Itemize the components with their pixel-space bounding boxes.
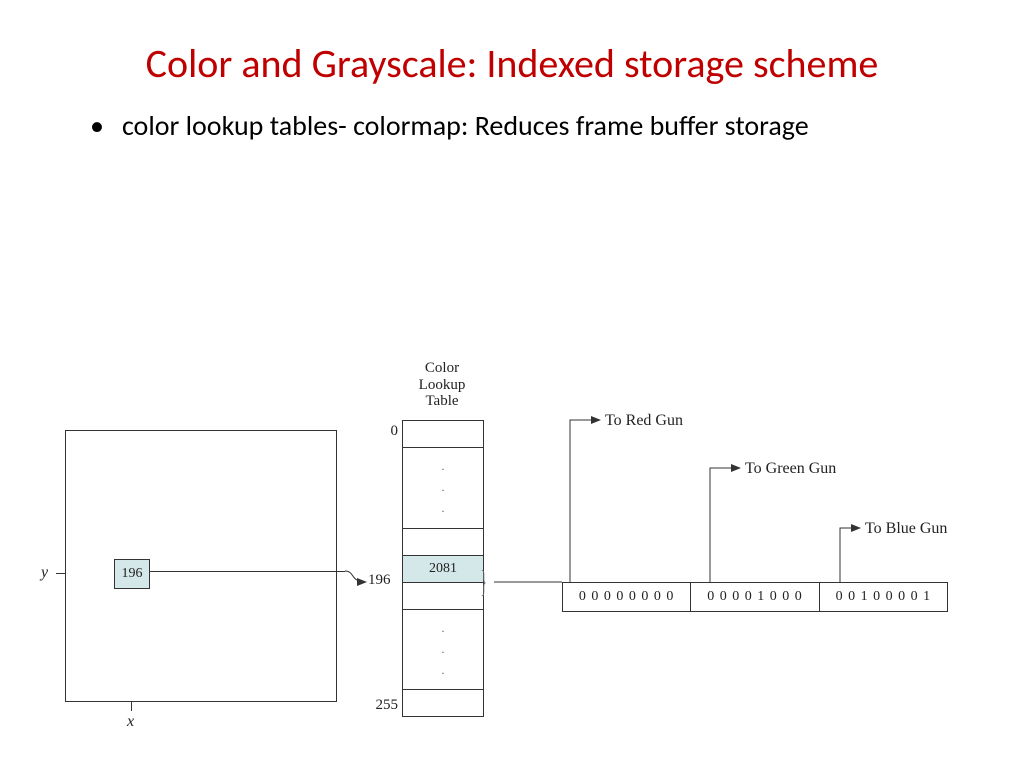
- diagram: 196 y x Color Lookup Table 0 ... 2081 ..…: [10, 360, 1010, 760]
- pixel-cell: 196: [114, 559, 150, 589]
- blue-gun-label: To Blue Gun: [865, 520, 947, 538]
- clt-title: Color Lookup Table: [402, 360, 482, 410]
- color-lookup-table: 0 ... 2081 ... 255: [402, 420, 484, 717]
- slide-title: Color and Grayscale: Indexed storage sch…: [60, 40, 964, 88]
- clt-ellipsis-top: ...: [403, 448, 483, 528]
- clt-row-post-sel: [403, 583, 483, 610]
- clt-index-0: 0: [391, 423, 399, 440]
- clt-row-selected: 2081: [403, 556, 483, 583]
- frame-buffer-box: 196 y x: [65, 430, 337, 702]
- clt-row-pre-sel: [403, 528, 483, 556]
- clt-selected-index: 196: [368, 572, 391, 589]
- y-tick: [56, 573, 66, 574]
- green-gun-label: To Green Gun: [745, 460, 836, 478]
- bullet-marker: •: [90, 108, 104, 144]
- red-byte: 0 0 0 0 0 0 0 0: [563, 583, 691, 611]
- clt-selected-value: 2081: [429, 561, 457, 577]
- red-gun-label: To Red Gun: [605, 412, 683, 430]
- clt-row-last: 255: [403, 689, 483, 716]
- blue-byte: 0 0 1 0 0 0 0 1: [820, 583, 947, 611]
- green-byte: 0 0 0 0 1 0 0 0: [691, 583, 819, 611]
- brace-icon: }: [481, 563, 487, 600]
- bullet-item: • color lookup tables- colormap: Reduces…: [90, 108, 934, 144]
- bit-output-box: 0 0 0 0 0 0 0 0 0 0 0 0 1 0 0 0 0 0 1 0 …: [562, 582, 948, 612]
- connector-line: [150, 571, 345, 572]
- clt-index-255: 255: [376, 697, 399, 714]
- y-axis-label: y: [41, 564, 48, 582]
- bullet-text: color lookup tables- colormap: Reduces f…: [122, 108, 809, 144]
- clt-row-first: 0: [403, 421, 483, 448]
- x-tick: [131, 701, 132, 711]
- x-axis-label: x: [127, 713, 134, 731]
- clt-ellipsis-bottom: ...: [403, 610, 483, 690]
